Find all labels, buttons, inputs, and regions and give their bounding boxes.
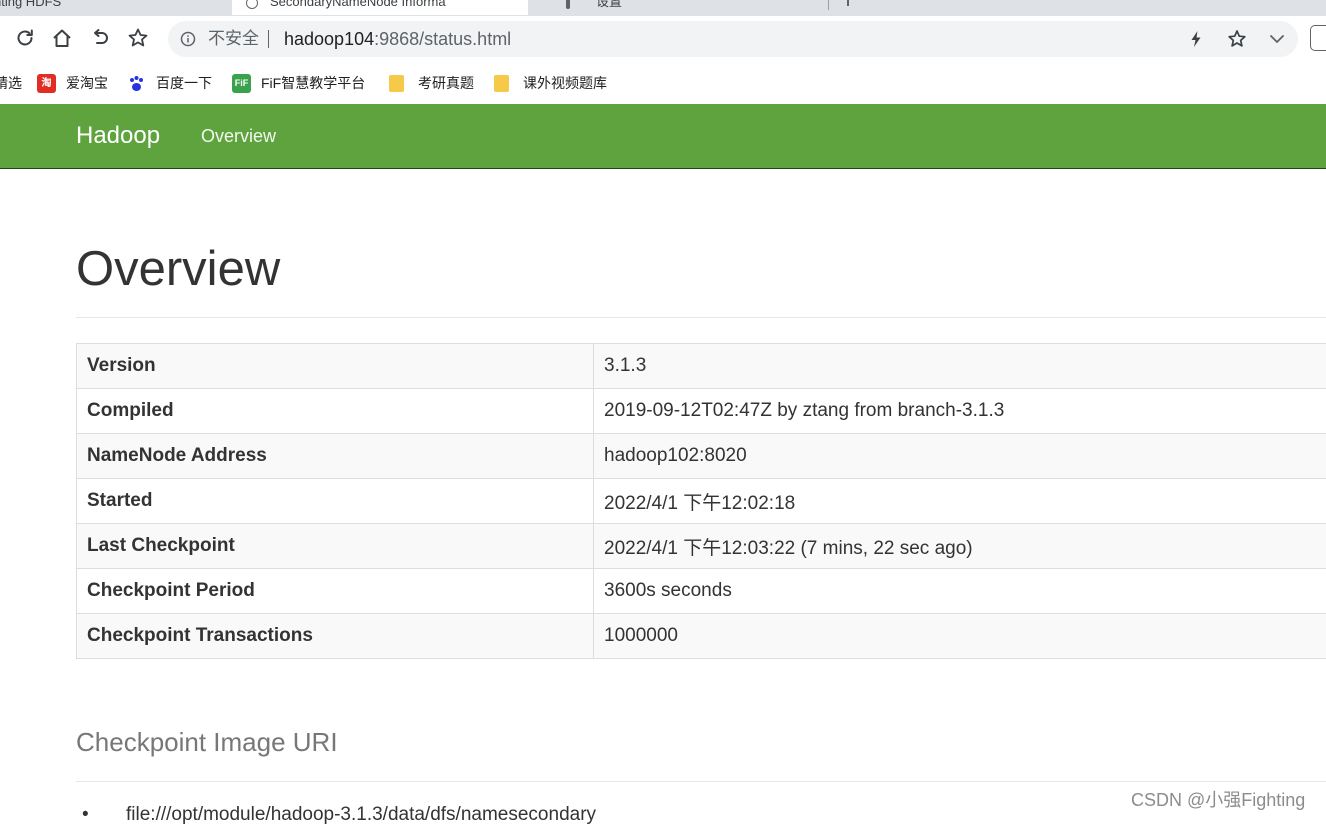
bookmark-label: 课外视频题库 — [523, 73, 607, 93]
home-icon — [51, 27, 73, 49]
row-value: 3.1.3 — [594, 344, 1326, 389]
row-value: 1000000 — [594, 614, 1326, 659]
tab-label: nting HDFS — [0, 0, 61, 9]
browser-toolbar: 不安全 hadoop104:9868/status.html — [0, 16, 1326, 62]
row-key: Checkpoint Period — [77, 569, 594, 614]
star-icon[interactable] — [1227, 29, 1247, 49]
hadoop-navbar: Hadoop Overview — [0, 104, 1326, 169]
url-text[interactable]: hadoop104:9868/status.html — [284, 21, 511, 57]
globe-icon — [246, 0, 258, 9]
bookmark-item[interactable]: 百度一下 — [127, 73, 212, 93]
row-value: 2022/4/1 下午12:03:22 (7 mins, 22 sec ago) — [594, 524, 1326, 569]
home-button[interactable] — [49, 25, 75, 51]
browser-tab-hdfs[interactable]: nting HDFS — [0, 0, 194, 15]
browser-tab-active[interactable]: SecondaryNameNode Informa — [232, 0, 528, 15]
undo-button[interactable] — [87, 25, 113, 51]
lightning-icon[interactable] — [1186, 29, 1206, 49]
bookmark-item[interactable]: 淘 爱淘宝 — [37, 73, 108, 93]
folder-icon — [494, 75, 509, 92]
baidu-paw-icon — [127, 74, 146, 93]
tab-strip: nting HDFS SecondaryNameNode Informa 设置 — [0, 0, 1326, 16]
undo-icon — [89, 27, 111, 49]
row-key: Version — [77, 344, 594, 389]
row-value: 2022/4/1 下午12:02:18 — [594, 479, 1326, 524]
taobao-icon: 淘 — [37, 74, 56, 93]
row-value: 2019-09-12T02:47Z by ztang from branch-3… — [594, 389, 1326, 434]
row-key: Compiled — [77, 389, 594, 434]
bookmark-label: 考研真题 — [418, 73, 474, 93]
security-separator — [268, 30, 269, 48]
table-row: Checkpoint Transactions 1000000 — [77, 614, 1326, 659]
tab-label: SecondaryNameNode Informa — [270, 0, 446, 9]
bookmark-item[interactable]: FiF FiF智慧教学平台 — [232, 73, 365, 93]
bookmark-folder[interactable]: 考研真题 — [389, 73, 474, 93]
address-bar[interactable]: 不安全 hadoop104:9868/status.html — [168, 21, 1298, 57]
reload-icon — [14, 27, 36, 49]
new-tab-icon[interactable] — [842, 0, 854, 8]
bookmark-folder[interactable]: 课外视频题库 — [494, 73, 607, 93]
folder-icon — [389, 75, 404, 92]
row-key: Checkpoint Transactions — [77, 614, 594, 659]
table-row: Compiled 2019-09-12T02:47Z by ztang from… — [77, 389, 1326, 434]
url-host: hadoop104 — [284, 29, 374, 49]
bookmark-label: 百度一下 — [156, 73, 212, 93]
extension-icon[interactable] — [1310, 25, 1326, 51]
divider — [76, 781, 1326, 782]
bookmark-item[interactable]: 精选 — [0, 73, 22, 93]
checkpoint-uri-list: file:///opt/module/hadoop-3.1.3/data/dfs… — [104, 804, 596, 826]
bookmark-label: 精选 — [0, 73, 22, 93]
url-path: :9868/status.html — [374, 29, 511, 49]
divider — [76, 317, 1326, 318]
settings-icon — [566, 0, 570, 9]
table-row: Checkpoint Period 3600s seconds — [77, 569, 1326, 614]
row-value: hadoop102:8020 — [594, 434, 1326, 479]
row-key: NameNode Address — [77, 434, 594, 479]
page-title: Overview — [76, 236, 280, 302]
row-key: Last Checkpoint — [77, 524, 594, 569]
star-icon — [127, 27, 149, 49]
chevron-down-icon[interactable] — [1267, 29, 1287, 49]
bookmark-star-button[interactable] — [125, 25, 151, 51]
table-row: NameNode Address hadoop102:8020 — [77, 434, 1326, 479]
row-value: 3600s seconds — [594, 569, 1326, 614]
bookmark-label: FiF智慧教学平台 — [261, 73, 365, 93]
watermark: CSDN @小强Fighting — [1131, 786, 1305, 812]
bookmarks-bar: 精选 淘 爱淘宝 百度一下 FiF FiF智慧教学平台 考研真题 课外视频题库 — [0, 62, 1326, 104]
bookmark-label: 爱淘宝 — [66, 73, 108, 93]
reload-button[interactable] — [12, 25, 38, 51]
row-key: Started — [77, 479, 594, 524]
tab-separator — [828, 0, 829, 10]
navbar-brand[interactable]: Hadoop — [76, 104, 160, 168]
tab-label: 设置 — [596, 0, 622, 9]
table-row: Last Checkpoint 2022/4/1 下午12:03:22 (7 m… — [77, 524, 1326, 569]
nav-link-overview[interactable]: Overview — [201, 104, 276, 168]
overview-table: Version 3.1.3 Compiled 2019-09-12T02:47Z… — [76, 343, 1326, 659]
list-item: file:///opt/module/hadoop-3.1.3/data/dfs… — [104, 804, 596, 826]
info-icon[interactable] — [180, 31, 196, 47]
fif-icon: FiF — [232, 74, 251, 93]
table-row: Started 2022/4/1 下午12:02:18 — [77, 479, 1326, 524]
security-label: 不安全 — [208, 21, 259, 57]
browser-tab-settings[interactable]: 设置 — [548, 0, 828, 15]
checkpoint-uri-heading: Checkpoint Image URI — [76, 724, 338, 760]
table-row: Version 3.1.3 — [77, 344, 1326, 389]
